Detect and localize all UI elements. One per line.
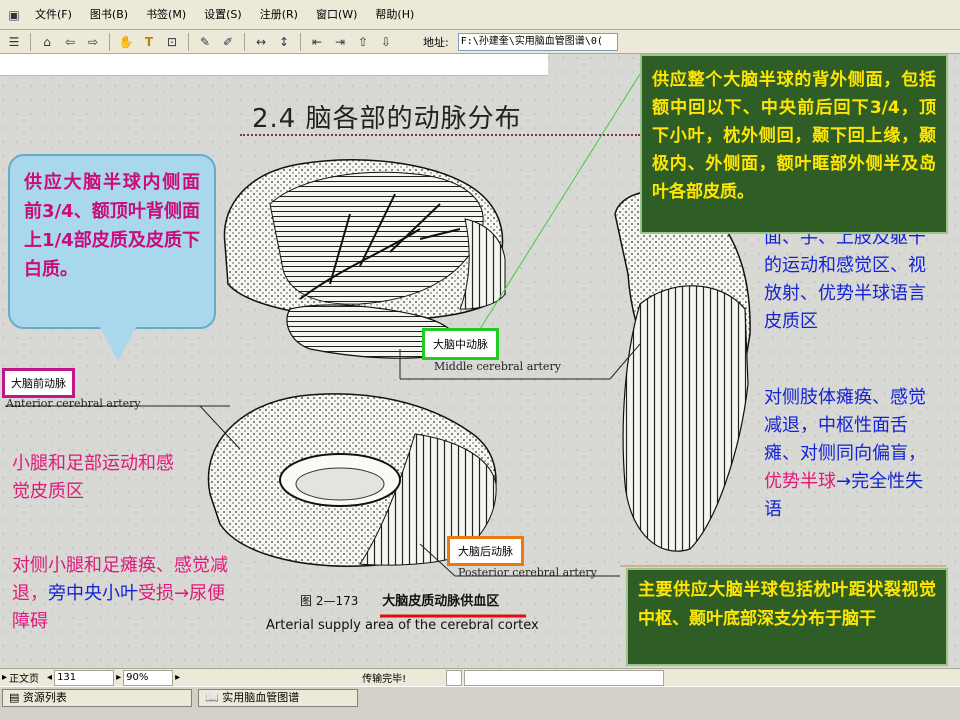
- book-icon: 📖: [205, 691, 219, 704]
- address-input[interactable]: F:\孙建奎\实用脑血管图谱\0(: [457, 32, 618, 51]
- toolbar: ☰ ⌂ ⇦ ⇨ ✋ T ⊡ ✎ ✐ ↔ ↕ ⇤ ⇥ ⇧ ⇩ 地址: F:\孙建奎…: [0, 30, 960, 54]
- bubble-tail: [100, 327, 136, 361]
- resource-list-tab[interactable]: ▤ 资源列表: [2, 689, 192, 707]
- mca-deficit-text: 对侧肢体瘫痪、感觉减退，中枢性面舌瘫、对侧同向偏盲，优势半球→完全性失语: [764, 384, 936, 524]
- aca-region-text: 小腿和足部运动和感觉皮质区: [12, 453, 174, 502]
- aca-deficit-text: 对侧小腿和足瘫痪、感觉减退，旁中央小叶受损→尿便障碍: [12, 552, 234, 636]
- next-page-icon[interactable]: ⇩: [376, 32, 396, 52]
- menu-item-window[interactable]: 窗口(W): [307, 0, 366, 30]
- mca-region-text: 面、手、上肢及躯干的运动和感觉区、视放射、优势半球语言皮质区: [764, 227, 926, 332]
- figure-number: 图 2—173: [300, 594, 359, 608]
- document-tab[interactable]: 📖 实用脑血管图谱: [198, 689, 358, 707]
- menu-item-bookmark[interactable]: 书签(M): [137, 0, 195, 30]
- status-bar: ▸ 正文页 ◂ 131 ▸ 90% ▸ 传输完毕!: [0, 668, 960, 686]
- pca-supply-box: 主要供应大脑半球包括枕叶距状裂视觉中枢、颞叶底部深支分布于脑干: [626, 568, 948, 666]
- home-icon[interactable]: ⌂: [37, 32, 57, 52]
- aca-deficit-part-2: 旁中央小叶: [48, 583, 138, 604]
- figure-title: 大脑皮质动脉供血区: [382, 594, 500, 609]
- pointer-green-top: [479, 73, 641, 330]
- fit-width-icon[interactable]: ↔: [251, 32, 271, 52]
- sidebar-toggle-icon[interactable]: ☰: [4, 32, 24, 52]
- prev-page-icon[interactable]: ⇧: [353, 32, 373, 52]
- toolbar-separator: [109, 32, 110, 51]
- page-type-label: 正文页: [9, 674, 40, 685]
- first-page-icon[interactable]: ⇤: [307, 32, 327, 52]
- menu-item-help[interactable]: 帮助(H): [366, 0, 423, 30]
- label-mca-en: Middle cerebral artery: [434, 360, 561, 373]
- toolbar-separator: [30, 32, 31, 51]
- bottom-panel: ▤ 资源列表 📖 实用脑血管图谱: [0, 686, 960, 720]
- toolbar-separator: [244, 32, 245, 51]
- document-page: 2.4 脑各部的动脉分布 供应大脑半球内侧面前3/4、额顶叶背侧面上1/4部皮质…: [0, 54, 960, 668]
- zoom-arrow-icon[interactable]: ▸: [175, 672, 180, 683]
- label-aca-cn: 大脑前动脉: [2, 368, 75, 398]
- fit-page-icon[interactable]: ↕: [274, 32, 294, 52]
- page-number-input[interactable]: 131: [54, 669, 115, 686]
- back-icon[interactable]: ⇦: [60, 32, 80, 52]
- highlight-icon[interactable]: ✐: [218, 32, 238, 52]
- mca-deficit-part-1: 对侧肢体瘫痪、感觉减退，中枢性面舌瘫、对侧同向偏盲，: [764, 387, 926, 464]
- status-field-2: [464, 669, 665, 686]
- page-prev-arrow-icon[interactable]: ◂: [47, 672, 52, 683]
- text-tool-icon[interactable]: T: [139, 32, 159, 52]
- figure-caption-en: Arterial supply area of the cerebral cor…: [266, 618, 539, 633]
- mca-supply-box: 供应整个大脑半球的背外侧面，包括额中回以下、中央前后回下3/4，顶下小叶，枕外侧…: [640, 54, 948, 234]
- aca-info-bubble: 供应大脑半球内侧面前3/4、额顶叶背侧面上1/4部皮质及皮质下白质。: [8, 154, 216, 329]
- address-label: 地址:: [423, 35, 449, 49]
- toolbar-separator: [188, 32, 189, 51]
- resource-list-icon: ▤: [9, 691, 20, 704]
- forward-icon[interactable]: ⇨: [83, 32, 103, 52]
- zoom-select[interactable]: 90%: [123, 669, 174, 686]
- select-tool-icon[interactable]: ⊡: [162, 32, 182, 52]
- status-field-1: [446, 669, 463, 686]
- menu-bar: ▣ 文件(F) 图书(B) 书签(M) 设置(S) 注册(R) 窗口(W) 帮助…: [0, 0, 960, 30]
- last-page-icon[interactable]: ⇥: [330, 32, 350, 52]
- resource-list-label: 资源列表: [22, 691, 67, 704]
- status-message: 传输完毕!: [362, 674, 407, 685]
- hand-tool-icon[interactable]: ✋: [116, 32, 136, 52]
- label-mca-cn: 大脑中动脉: [422, 328, 499, 360]
- document-tab-label: 实用脑血管图谱: [222, 691, 300, 704]
- menu-item-register[interactable]: 注册(R): [251, 0, 307, 30]
- label-aca-en: Anterior cerebral artery: [6, 397, 141, 410]
- app-icon[interactable]: ▣: [4, 5, 24, 25]
- menu-item-settings[interactable]: 设置(S): [195, 0, 251, 30]
- page-next-arrow-icon[interactable]: ▸: [116, 672, 121, 683]
- annotate-icon[interactable]: ✎: [195, 32, 215, 52]
- posterior-brain-mca: [622, 285, 749, 552]
- label-pca-cn: 大脑后动脉: [447, 536, 524, 566]
- menu-item-book[interactable]: 图书(B): [81, 0, 137, 30]
- corpus-callosum-inner: [295, 467, 385, 501]
- menu-item-file[interactable]: 文件(F): [26, 0, 81, 30]
- mca-deficit-part-2: 优势半球: [764, 471, 836, 492]
- figure-caption: 图 2—173 大脑皮质动脉供血区: [300, 590, 499, 609]
- label-pca-en: Posterior cerebral artery: [458, 566, 597, 579]
- toolbar-separator: [300, 32, 301, 51]
- expand-arrow-icon[interactable]: ▸: [2, 672, 7, 683]
